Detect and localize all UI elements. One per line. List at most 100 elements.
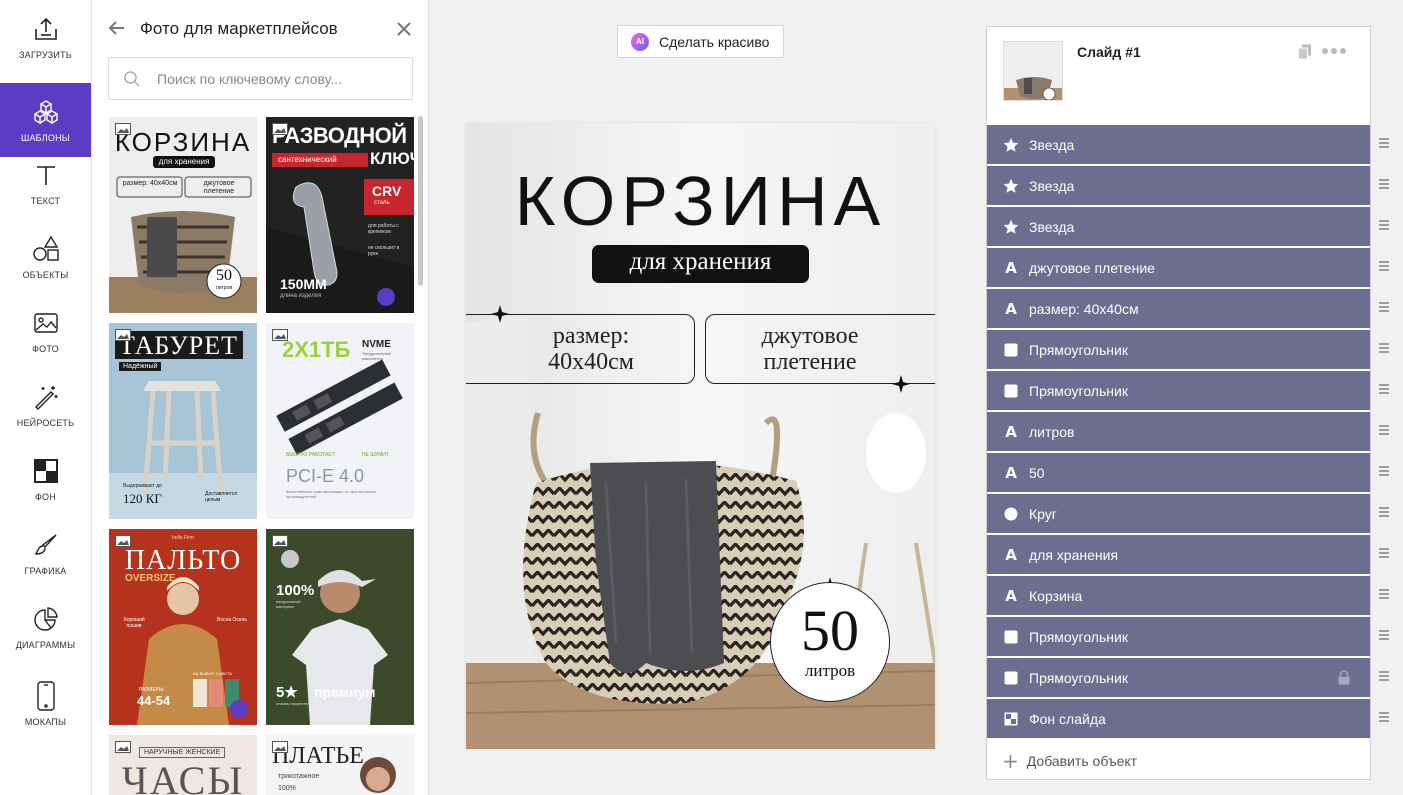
slide-thumbnail[interactable] <box>1003 41 1063 101</box>
slide-size-line2[interactable]: 40х40см <box>506 349 676 376</box>
rail-upload[interactable]: ЗАГРУЗИТЬ <box>0 0 91 74</box>
drag-handle-icon[interactable] <box>1379 548 1389 560</box>
template-wrench-steel: сталь <box>374 200 390 206</box>
template-ssd-desc: Качественные комплектующие от оригинальн… <box>286 489 376 499</box>
text-icon: A <box>1005 545 1017 564</box>
more-icon[interactable] <box>1321 43 1347 59</box>
slide-subtitle[interactable]: для хранения <box>592 248 809 276</box>
layer-row[interactable]: Прямоугольник <box>987 370 1370 410</box>
layer-row[interactable]: A 50 <box>987 452 1370 492</box>
star-icon <box>1003 137 1019 153</box>
layer-label: Звезда <box>1029 136 1075 153</box>
drag-handle-icon[interactable] <box>1379 589 1389 601</box>
drag-handle-icon[interactable] <box>1379 302 1389 314</box>
rail-neural[interactable]: НЕЙРОСЕТЬ <box>0 368 91 442</box>
layer-label: литров <box>1029 423 1075 440</box>
rail-charts[interactable]: ДИАГРАММЫ <box>0 590 91 664</box>
brush-icon <box>31 530 61 560</box>
template-stool-delivery: Доставляется целым <box>205 491 237 503</box>
template-card-watches[interactable]: НАРУЧНЫЕ ЖЕНСКИЕ ЧАСЫ <box>109 735 257 795</box>
template-tshirt-pct-sub: натуральный материал <box>276 599 301 609</box>
text-icon: A <box>1005 299 1017 318</box>
layer-row[interactable]: Прямоугольник <box>987 329 1370 369</box>
slide-volume-unit[interactable]: литров <box>770 661 890 681</box>
star-icon[interactable] <box>892 375 910 393</box>
circle-icon <box>1003 506 1019 522</box>
layer-row[interactable]: A Корзина <box>987 575 1370 615</box>
layer-row[interactable]: Aлитров <box>987 411 1370 451</box>
slide-card[interactable]: Слайд #1 <box>987 27 1370 125</box>
rail-objects[interactable]: ОБЪЕКТЫ <box>0 220 91 294</box>
layer-row[interactable]: Прямоугольник <box>987 616 1370 656</box>
copy-icon[interactable] <box>1298 44 1312 60</box>
slide-jute-line2[interactable]: плетение <box>721 349 899 376</box>
layer-row[interactable]: Aдля хранения <box>987 534 1370 574</box>
slide-title[interactable]: КОРЗИНА <box>466 161 935 241</box>
panel-scrollbar[interactable] <box>418 116 423 286</box>
template-card-tshirt[interactable]: 100% натуральный материал 5★ отзывы поку… <box>266 529 414 725</box>
template-basket-size: размер: 40х40см <box>122 180 178 187</box>
layer-row[interactable]: Прямоугольник <box>987 657 1370 697</box>
layer-row[interactable]: Круг <box>987 493 1370 533</box>
close-panel-button[interactable] <box>394 19 414 39</box>
layer-row[interactable]: Aразмер: 40х40см <box>987 288 1370 328</box>
lock-icon[interactable] <box>1337 670 1351 685</box>
drag-handle-icon[interactable] <box>1379 343 1389 355</box>
slide-size-line1[interactable]: размер: <box>506 323 676 350</box>
template-tshirt-premium: премиум <box>314 684 376 700</box>
template-ssd-feature2: НЕ ШУМИТ <box>362 452 389 458</box>
square-icon <box>1003 670 1019 686</box>
close-icon <box>397 22 411 36</box>
slide-volume-number[interactable]: 50 <box>770 601 890 661</box>
panel-header: Фото для маркетплейсов <box>92 0 429 58</box>
image-icon <box>115 123 131 135</box>
drag-handle-icon[interactable] <box>1379 138 1389 150</box>
rail-mockups[interactable]: МОКАПЫ <box>0 664 91 744</box>
layer-row[interactable]: Звезда <box>987 165 1370 205</box>
drag-handle-icon[interactable] <box>1379 261 1389 273</box>
layer-row[interactable]: Фон слайда <box>987 698 1370 738</box>
slide-jute-line1[interactable]: джутовое <box>721 323 899 350</box>
beautify-label: Сделать красиво <box>659 33 770 50</box>
drag-handle-icon[interactable] <box>1379 179 1389 191</box>
layer-row[interactable]: Aджутовое плетение <box>987 247 1370 287</box>
template-card-stool[interactable]: ТАБУРЕТ Надёжный Выдерживает до 120 КГ Д… <box>109 323 257 519</box>
drag-handle-icon[interactable] <box>1379 712 1389 724</box>
image-icon <box>272 741 288 753</box>
upload-icon <box>31 14 61 44</box>
drag-handle-icon[interactable] <box>1379 507 1389 519</box>
text-icon: A <box>1005 258 1017 277</box>
search-input[interactable] <box>157 68 402 90</box>
slide-canvas[interactable]: КОРЗИНА для хранения размер: 40х40см джу… <box>466 123 935 749</box>
layer-label: для хранения <box>1029 546 1119 563</box>
star-icon[interactable] <box>491 305 509 323</box>
layer-row[interactable]: Звезда <box>987 206 1370 246</box>
rail-graphics[interactable]: ГРАФИКА <box>0 516 91 590</box>
drag-handle-icon[interactable] <box>1379 630 1389 642</box>
drag-handle-icon[interactable] <box>1379 220 1389 232</box>
layer-label: Прямоугольник <box>1029 669 1128 686</box>
layer-label: размер: 40х40см <box>1029 300 1139 317</box>
text-icon <box>31 160 61 190</box>
template-card-wrench[interactable]: РАЗВОДНОЙ сантехнический КЛЮЧ CRV сталь … <box>266 117 414 313</box>
background-icon <box>31 456 61 486</box>
template-coat-sub: OVERSIZE <box>125 573 176 584</box>
drag-handle-icon[interactable] <box>1379 671 1389 683</box>
template-card-basket[interactable]: КОРЗИНА для хранения размер: 40х40см джу… <box>109 117 257 313</box>
rail-text[interactable]: ТЕКСТ <box>0 146 91 220</box>
template-card-coat[interactable]: hello Firm ПАЛЬТО OVERSIZE Хороший пошив… <box>109 529 257 725</box>
layer-row[interactable]: Звезда <box>987 124 1370 164</box>
rail-background[interactable]: ФОН <box>0 442 91 516</box>
template-card-dress[interactable]: ПЛАТЬЕ трикотажное 100% <box>266 735 414 795</box>
back-button[interactable] <box>106 17 128 39</box>
drag-handle-icon[interactable] <box>1379 425 1389 437</box>
template-card-ssd[interactable]: 2X1TБ NVME Твердотельный накопитель БЫСТ… <box>266 323 414 519</box>
rail-photo[interactable]: ФОТО <box>0 294 91 368</box>
add-object-button[interactable]: + Добавить объект <box>987 742 1370 780</box>
slide-thumbnail-art <box>1004 42 1062 100</box>
text-icon: A <box>1005 463 1017 482</box>
beautify-button[interactable]: AI Сделать красиво <box>617 25 784 58</box>
drag-handle-icon[interactable] <box>1379 466 1389 478</box>
photo-icon <box>31 308 61 338</box>
drag-handle-icon[interactable] <box>1379 384 1389 396</box>
